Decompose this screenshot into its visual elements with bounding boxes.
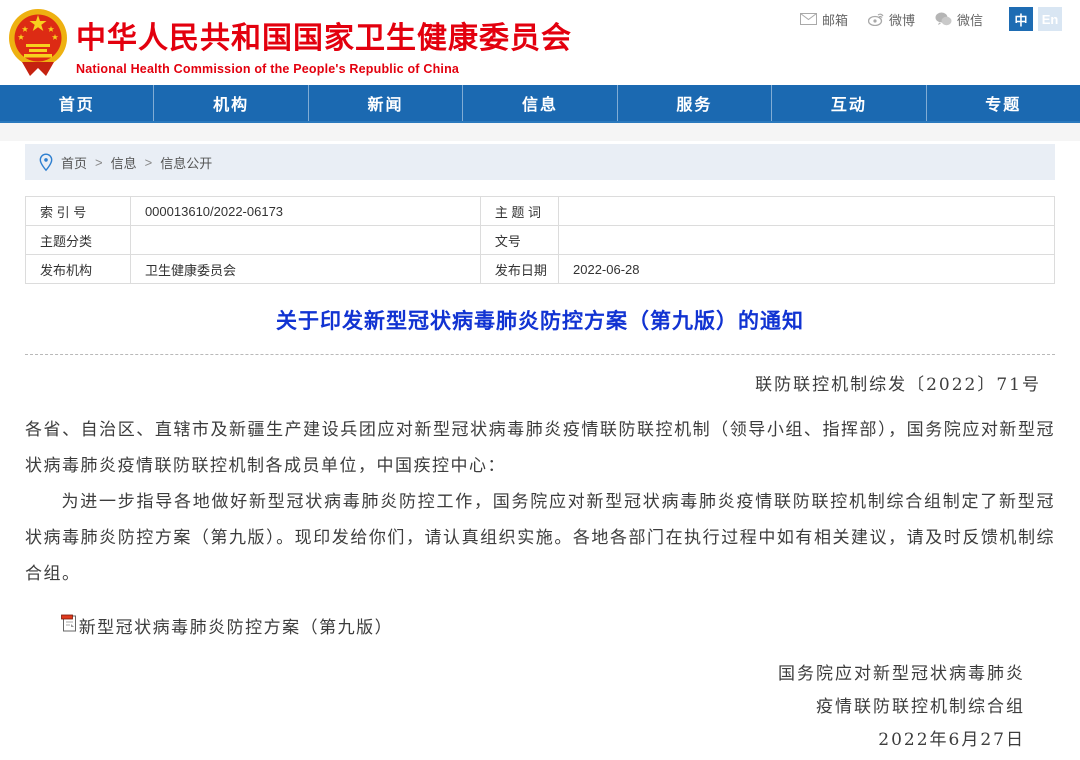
meta-value-issuer: 卫生健康委员会 [130, 255, 480, 284]
title-divider [25, 354, 1055, 355]
page-title: 关于印发新型冠状病毒肺炎防控方案（第九版）的通知 [25, 305, 1055, 335]
site-titles: 中华人民共和国国家卫生健康委员会 National Health Commiss… [76, 13, 572, 76]
site-title-cn: 中华人民共和国国家卫生健康委员会 [76, 13, 572, 57]
mail-label: 邮箱 [822, 10, 848, 29]
crumb-info[interactable]: 信息 [111, 153, 137, 172]
site-title-en: National Health Commission of the People… [76, 62, 572, 76]
crumb-home[interactable]: 首页 [61, 153, 87, 172]
lang-en-button[interactable]: En [1038, 7, 1062, 31]
wechat-link[interactable]: 微信 [935, 10, 983, 29]
meta-label-category: 主题分类 [26, 226, 131, 255]
nav-item-interact[interactable]: 互动 [772, 85, 926, 121]
paragraph-recipients: 各省、自治区、直辖市及新疆生产建设兵团应对新型冠状病毒肺炎疫情联防联控机制（领导… [25, 412, 1055, 484]
meta-label-doc-no: 文号 [480, 226, 558, 255]
paragraph-main: 为进一步指导各地做好新型冠状病毒肺炎防控工作，国务院应对新型冠状病毒肺炎疫情联防… [25, 484, 1055, 592]
language-switcher: 中 En [1009, 7, 1062, 31]
document-meta-table: 索 引 号 000013610/2022-06173 主 题 词 主题分类 文号… [25, 196, 1055, 284]
table-row: 主题分类 文号 [26, 226, 1055, 255]
signature-line: 疫情联防联控机制综合组 [25, 691, 1025, 724]
national-emblem-icon [8, 6, 68, 76]
nav-item-topics[interactable]: 专题 [927, 85, 1080, 121]
mail-icon [800, 13, 817, 25]
table-row: 发布机构 卫生健康委员会 发布日期 2022-06-28 [26, 255, 1055, 284]
article-body: 关于印发新型冠状病毒肺炎防控方案（第九版）的通知 联防联控机制综发〔2022〕7… [0, 305, 1080, 760]
attachment-label: 新型冠状病毒肺炎防控方案（第九版） [79, 613, 394, 638]
meta-label-pub-date: 发布日期 [480, 255, 558, 284]
header-utilities: 邮箱 微博 微信 中 En [800, 7, 1062, 31]
nav-item-info[interactable]: 信息 [463, 85, 617, 121]
meta-value-index: 000013610/2022-06173 [130, 197, 480, 226]
nav-item-org[interactable]: 机构 [154, 85, 308, 121]
breadcrumb: 首页 > 信息 > 信息公开 [25, 144, 1055, 180]
wechat-icon [935, 12, 952, 26]
signature-line: 国务院应对新型冠状病毒肺炎 [25, 658, 1025, 691]
crumb-separator: > [145, 155, 153, 170]
signature-block: 国务院应对新型冠状病毒肺炎 疫情联防联控机制综合组 2022年6月27日 [25, 658, 1055, 757]
weibo-link[interactable]: 微博 [868, 10, 915, 29]
location-pin-icon [39, 153, 53, 172]
crumb-separator: > [95, 155, 103, 170]
meta-value-doc-no [559, 226, 1055, 255]
nav-sub-strip [0, 123, 1080, 141]
signature-date: 2022年6月27日 [25, 724, 1025, 757]
crumb-info-disclosure[interactable]: 信息公开 [160, 153, 212, 172]
weibo-icon [868, 12, 884, 26]
attachment-link[interactable]: 新型冠状病毒肺炎防控方案（第九版） [25, 613, 1055, 638]
weibo-label: 微博 [889, 10, 915, 29]
meta-value-subject-word [559, 197, 1055, 226]
meta-value-category [130, 226, 480, 255]
meta-label-subject-word: 主 题 词 [480, 197, 558, 226]
document-number: 联防联控机制综发〔2022〕71号 [25, 370, 1055, 395]
main-nav: 首页 机构 新闻 信息 服务 互动 专题 [0, 85, 1080, 123]
meta-value-pub-date: 2022-06-28 [559, 255, 1055, 284]
document-file-icon [61, 614, 79, 637]
nav-item-news[interactable]: 新闻 [309, 85, 463, 121]
mail-link[interactable]: 邮箱 [800, 10, 848, 29]
wechat-label: 微信 [957, 10, 983, 29]
nav-item-home[interactable]: 首页 [0, 85, 154, 121]
nav-item-service[interactable]: 服务 [618, 85, 772, 121]
meta-label-issuer: 发布机构 [26, 255, 131, 284]
site-header: 中华人民共和国国家卫生健康委员会 National Health Commiss… [0, 0, 1080, 85]
meta-label-index: 索 引 号 [26, 197, 131, 226]
table-row: 索 引 号 000013610/2022-06173 主 题 词 [26, 197, 1055, 226]
lang-cn-button[interactable]: 中 [1009, 7, 1033, 31]
